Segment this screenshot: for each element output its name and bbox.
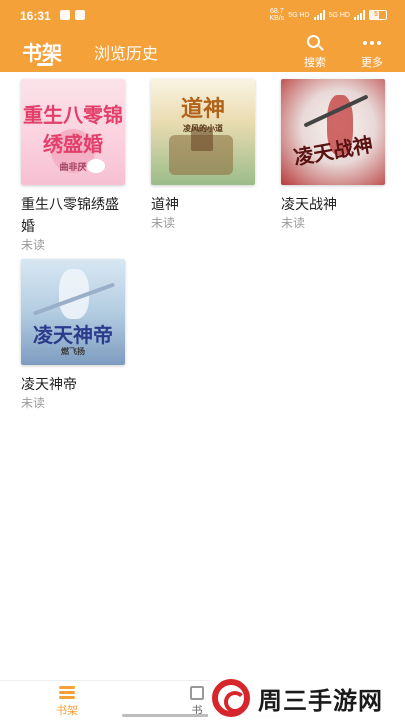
network-label-2: 5G HD	[328, 11, 350, 19]
nav-bookshelf-label: 书架	[56, 705, 78, 717]
signal-icon	[313, 10, 325, 20]
cover-title: 道神	[180, 96, 225, 122]
book-cover[interactable]: 重生八零锦绣盛婚 曲非厌	[21, 79, 125, 185]
tab-browse-history[interactable]: 浏览历史	[94, 40, 158, 64]
battery-icon: 57	[369, 10, 387, 20]
watermark-text: 周三手游网	[258, 687, 383, 715]
book-read-status: 未读	[21, 238, 46, 252]
cover-author: 燃飞扬	[61, 346, 85, 356]
tab-bookshelf[interactable]: 书架	[22, 37, 62, 66]
book-title[interactable]: 凌天战神	[281, 193, 391, 215]
more-label: 更多	[361, 57, 383, 69]
book-title[interactable]: 道神	[151, 193, 261, 215]
book-cover[interactable]: 凌天战神	[281, 79, 385, 185]
book-item[interactable]: 道神 凌风的小道 道神 未读	[151, 79, 261, 231]
book-title[interactable]: 凌天神帝	[21, 373, 131, 395]
bookshelf-icon	[59, 686, 75, 700]
cover-title: 凌天神帝	[33, 323, 113, 347]
status-indicators: 68.7 KB/s 5G HD 5G HD 57	[269, 8, 387, 22]
book-item[interactable]: 凌天神帝 燃飞扬 凌天神帝 未读	[21, 259, 131, 411]
search-button[interactable]: 搜索	[295, 34, 335, 70]
book-item[interactable]: 凌天战神 凌天战神 未读	[281, 79, 391, 231]
search-icon	[306, 34, 324, 52]
app-header: 16:31 68.7 KB/s 5G HD 5G HD 57 书架 浏览历史 搜…	[0, 0, 405, 72]
status-bar: 16:31 68.7 KB/s 5G HD 5G HD 57	[0, 0, 405, 30]
cover-title: 重生八零锦绣盛婚	[23, 103, 123, 156]
more-icon	[352, 34, 392, 52]
watermark: 周三手游网	[208, 676, 405, 720]
net-speed: 68.7 KB/s	[269, 8, 285, 22]
book-cover[interactable]: 凌天神帝 燃飞扬	[21, 259, 125, 365]
book-item[interactable]: 重生八零锦绣盛婚 曲非厌 重生八零锦绣盛婚 未读	[21, 79, 131, 253]
cover-author: 凌风的小道	[183, 123, 223, 133]
tab-active-indicator	[37, 63, 53, 66]
book-cover[interactable]: 道神 凌风的小道	[151, 79, 255, 185]
signal-icon	[354, 10, 365, 20]
status-notification-icons	[60, 10, 85, 20]
book-title[interactable]: 重生八零锦绣盛婚	[21, 193, 131, 237]
cover-author: 曲非厌	[59, 163, 87, 173]
watermark-logo-icon	[212, 679, 250, 717]
search-label: 搜索	[304, 57, 326, 69]
book-read-status: 未读	[21, 396, 46, 410]
status-time: 16:31	[20, 9, 51, 23]
network-label-1: 5G HD	[288, 11, 310, 19]
bookstore-icon	[190, 686, 204, 700]
book-read-status: 未读	[151, 216, 176, 230]
book-read-status: 未读	[281, 216, 306, 230]
notification-icon	[75, 10, 85, 20]
wechat-icon	[60, 10, 70, 20]
more-button[interactable]: 更多	[352, 34, 392, 70]
battery-level: 57	[374, 11, 382, 18]
nav-bookshelf[interactable]: 书架	[45, 686, 89, 718]
